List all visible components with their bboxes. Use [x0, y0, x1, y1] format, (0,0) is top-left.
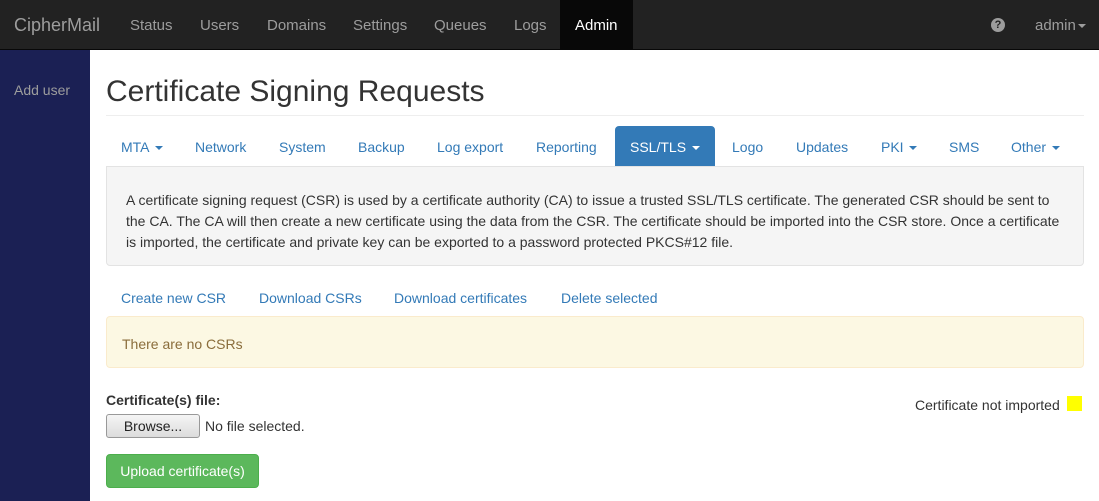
nav-item-admin[interactable]: Admin: [560, 0, 633, 50]
csr-info-text: A certificate signing request (CSR) is u…: [126, 192, 1060, 250]
chevron-down-icon: [909, 146, 918, 151]
no-file-selected-text: No file selected.: [205, 418, 305, 434]
upload-certificates-button[interactable]: Upload certificate(s): [106, 454, 259, 488]
sidebar-item-add-user[interactable]: Add user: [14, 82, 70, 98]
tab-network[interactable]: Network: [195, 126, 246, 167]
chevron-down-icon: [154, 146, 163, 151]
nav-item-status[interactable]: Status: [130, 0, 173, 50]
chevron-down-icon: [691, 146, 700, 151]
certificate-file-label: Certificate(s) file:: [106, 392, 221, 408]
brand-logo[interactable]: CipherMail: [14, 0, 100, 50]
download-certificates-link[interactable]: Download certificates: [394, 290, 527, 306]
user-menu-label: admin: [1035, 17, 1076, 34]
nav-item-logs[interactable]: Logs: [514, 0, 547, 50]
tab-ssl-tls-label: SSL/TLS: [630, 139, 687, 155]
question-circle-icon[interactable]: ?: [991, 18, 1005, 32]
nav-item-domains[interactable]: Domains: [267, 0, 326, 50]
admin-tabs: MTA Network System Backup Log export Rep…: [106, 126, 1084, 167]
chevron-down-icon: [1077, 24, 1086, 29]
tab-pki[interactable]: PKI: [881, 126, 918, 167]
chevron-down-icon: [1051, 146, 1060, 151]
tab-reporting[interactable]: Reporting: [536, 126, 597, 167]
tab-other-label: Other: [1011, 139, 1047, 155]
nav-item-queues[interactable]: Queues: [434, 0, 487, 50]
nav-item-settings[interactable]: Settings: [353, 0, 407, 50]
tab-other[interactable]: Other: [1011, 126, 1060, 167]
nav-item-users[interactable]: Users: [200, 0, 239, 50]
csr-info-panel: A certificate signing request (CSR) is u…: [106, 166, 1084, 266]
tab-log-export[interactable]: Log export: [437, 126, 503, 167]
top-navbar: CipherMail Status Users Domains Settings…: [0, 0, 1099, 50]
user-menu[interactable]: admin: [1035, 0, 1086, 50]
title-divider: [106, 115, 1084, 116]
sidebar: Add user: [0, 50, 90, 501]
tab-logo[interactable]: Logo: [732, 126, 763, 167]
certificate-status-text: Certificate not imported: [915, 397, 1060, 413]
tab-mta[interactable]: MTA: [121, 126, 163, 167]
tab-system[interactable]: System: [279, 126, 326, 167]
create-new-csr-link[interactable]: Create new CSR: [121, 290, 226, 306]
browse-button[interactable]: Browse...: [106, 414, 200, 438]
tab-pki-label: PKI: [881, 139, 904, 155]
tab-ssl-tls[interactable]: SSL/TLS: [615, 126, 715, 167]
page-title: Certificate Signing Requests: [106, 75, 485, 108]
no-csrs-alert: There are no CSRs: [106, 316, 1084, 368]
tab-mta-label: MTA: [121, 139, 149, 155]
download-csrs-link[interactable]: Download CSRs: [259, 290, 362, 306]
no-csrs-alert-text: There are no CSRs: [122, 336, 243, 352]
delete-selected-link[interactable]: Delete selected: [561, 290, 658, 306]
tab-updates[interactable]: Updates: [796, 126, 848, 167]
certificate-status-swatch: [1067, 396, 1082, 411]
tab-backup[interactable]: Backup: [358, 126, 405, 167]
tab-sms[interactable]: SMS: [949, 126, 979, 167]
